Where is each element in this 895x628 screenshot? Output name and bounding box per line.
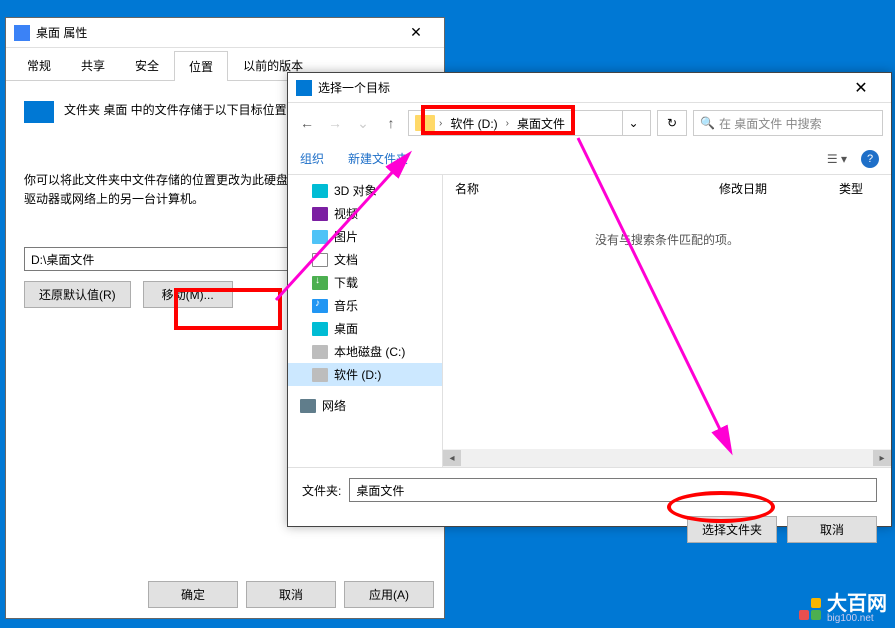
empty-message: 没有与搜索条件匹配的项。: [443, 231, 891, 248]
downloads-icon: [312, 276, 328, 290]
dialog-bottom: 文件夹: 选择文件夹 取消: [288, 467, 891, 553]
dialog-footer: 确定 取消 应用(A): [6, 571, 444, 618]
cancel-button[interactable]: 取消: [787, 516, 877, 543]
tree-label: 文档: [334, 251, 358, 268]
cancel-button[interactable]: 取消: [246, 581, 336, 608]
tree-label: 视频: [334, 205, 358, 222]
tree-label: 本地磁盘 (C:): [334, 343, 405, 360]
nav-tree: 3D 对象 视频 图片 文档 下载 音乐 桌面 本地磁盘 (C:) 软件 (D:…: [288, 175, 443, 467]
toolbar: 组织 新建文件夹 ☰ ▾ ?: [288, 143, 891, 175]
file-list: 名称 修改日期 类型 没有与搜索条件匹配的项。 ◂ ▸: [443, 175, 891, 467]
tab-general[interactable]: 常规: [12, 50, 66, 80]
breadcrumb-drive[interactable]: 软件 (D:): [446, 113, 501, 134]
back-icon[interactable]: ←: [296, 112, 318, 134]
video-icon: [312, 207, 328, 221]
search-placeholder: 在 桌面文件 中搜索: [719, 115, 822, 132]
horizontal-scrollbar[interactable]: ◂ ▸: [443, 449, 891, 467]
desktop-icon: [24, 101, 54, 123]
scroll-right-icon[interactable]: ▸: [873, 450, 891, 466]
chevron-right-icon[interactable]: ›: [439, 118, 442, 129]
content-area: 3D 对象 视频 图片 文档 下载 音乐 桌面 本地磁盘 (C:) 软件 (D:…: [288, 175, 891, 467]
col-name[interactable]: 名称: [455, 180, 719, 197]
tree-item-network[interactable]: 网络: [288, 394, 442, 417]
tree-label: 音乐: [334, 297, 358, 314]
folder-name-input[interactable]: [349, 478, 877, 502]
desktop-icon: [312, 322, 328, 336]
view-icon[interactable]: ☰ ▾: [827, 152, 847, 166]
apply-button[interactable]: 应用(A): [344, 581, 434, 608]
disk-icon: [312, 368, 328, 382]
tree-label: 桌面: [334, 320, 358, 337]
tree-item-desktop[interactable]: 桌面: [288, 317, 442, 340]
organize-menu[interactable]: 组织: [300, 150, 324, 167]
tab-location[interactable]: 位置: [174, 51, 228, 81]
close-icon[interactable]: ✕: [839, 74, 883, 102]
breadcrumb-folder[interactable]: 桌面文件: [513, 113, 569, 134]
tree-item-disk-c[interactable]: 本地磁盘 (C:): [288, 340, 442, 363]
chevron-down-icon[interactable]: ⌄: [622, 111, 644, 135]
disk-icon: [312, 345, 328, 359]
music-icon: [312, 299, 328, 313]
move-button[interactable]: 移动(M)...: [143, 281, 233, 308]
help-icon[interactable]: ?: [861, 150, 879, 168]
tree-label: 下载: [334, 274, 358, 291]
refresh-icon[interactable]: ↻: [657, 110, 687, 136]
address-bar[interactable]: › 软件 (D:) › 桌面文件 ⌄: [408, 110, 651, 136]
search-input[interactable]: 🔍 在 桌面文件 中搜索: [693, 110, 883, 136]
tree-item-downloads[interactable]: 下载: [288, 271, 442, 294]
ok-button[interactable]: 确定: [148, 581, 238, 608]
forward-icon[interactable]: →: [324, 112, 346, 134]
tree-item-disk-d[interactable]: 软件 (D:): [288, 363, 442, 386]
new-folder-button[interactable]: 新建文件夹: [348, 150, 408, 167]
folder-picker-dialog: 选择一个目标 ✕ ← → ⌄ ↑ › 软件 (D:) › 桌面文件 ⌄ ↻ 🔍 …: [287, 72, 892, 527]
titlebar: 选择一个目标 ✕: [288, 73, 891, 103]
tree-item-video[interactable]: 视频: [288, 202, 442, 225]
search-icon: 🔍: [700, 116, 715, 130]
watermark-logo-icon: [799, 598, 821, 620]
col-type[interactable]: 类型: [839, 180, 879, 197]
app-icon: [296, 80, 312, 96]
tree-item-pictures[interactable]: 图片: [288, 225, 442, 248]
restore-button[interactable]: 还原默认值(R): [24, 281, 131, 308]
chevron-right-icon[interactable]: ›: [506, 118, 509, 129]
scroll-left-icon[interactable]: ◂: [443, 450, 461, 466]
tree-label: 图片: [334, 228, 358, 245]
tab-security[interactable]: 安全: [120, 50, 174, 80]
3d-icon: [312, 184, 328, 198]
watermark: 大百网 big100.net: [799, 594, 887, 624]
col-date[interactable]: 修改日期: [719, 180, 839, 197]
up-icon[interactable]: ↑: [380, 112, 402, 134]
pictures-icon: [312, 230, 328, 244]
tree-item-music[interactable]: 音乐: [288, 294, 442, 317]
window-title: 桌面 属性: [36, 24, 396, 41]
select-folder-button[interactable]: 选择文件夹: [687, 516, 777, 543]
tree-label: 软件 (D:): [334, 366, 381, 383]
folder-name-label: 文件夹:: [302, 482, 341, 499]
nav-bar: ← → ⌄ ↑ › 软件 (D:) › 桌面文件 ⌄ ↻ 🔍 在 桌面文件 中搜…: [288, 103, 891, 143]
tree-label: 网络: [322, 397, 346, 414]
tree-label: 3D 对象: [334, 182, 377, 199]
tab-share[interactable]: 共享: [66, 50, 120, 80]
watermark-title: 大百网: [827, 594, 887, 614]
folder-icon: [415, 115, 435, 131]
column-header: 名称 修改日期 类型: [443, 175, 891, 201]
window-title: 选择一个目标: [318, 79, 839, 96]
tree-item-documents[interactable]: 文档: [288, 248, 442, 271]
folder-icon: [14, 25, 30, 41]
watermark-url: big100.net: [827, 614, 887, 624]
close-icon[interactable]: ✕: [396, 19, 436, 47]
network-icon: [300, 399, 316, 413]
documents-icon: [312, 253, 328, 267]
titlebar: 桌面 属性 ✕: [6, 18, 444, 48]
recent-icon[interactable]: ⌄: [352, 112, 374, 134]
description: 文件夹 桌面 中的文件存储于以下目标位置: [64, 101, 287, 119]
tree-item-3d[interactable]: 3D 对象: [288, 179, 442, 202]
